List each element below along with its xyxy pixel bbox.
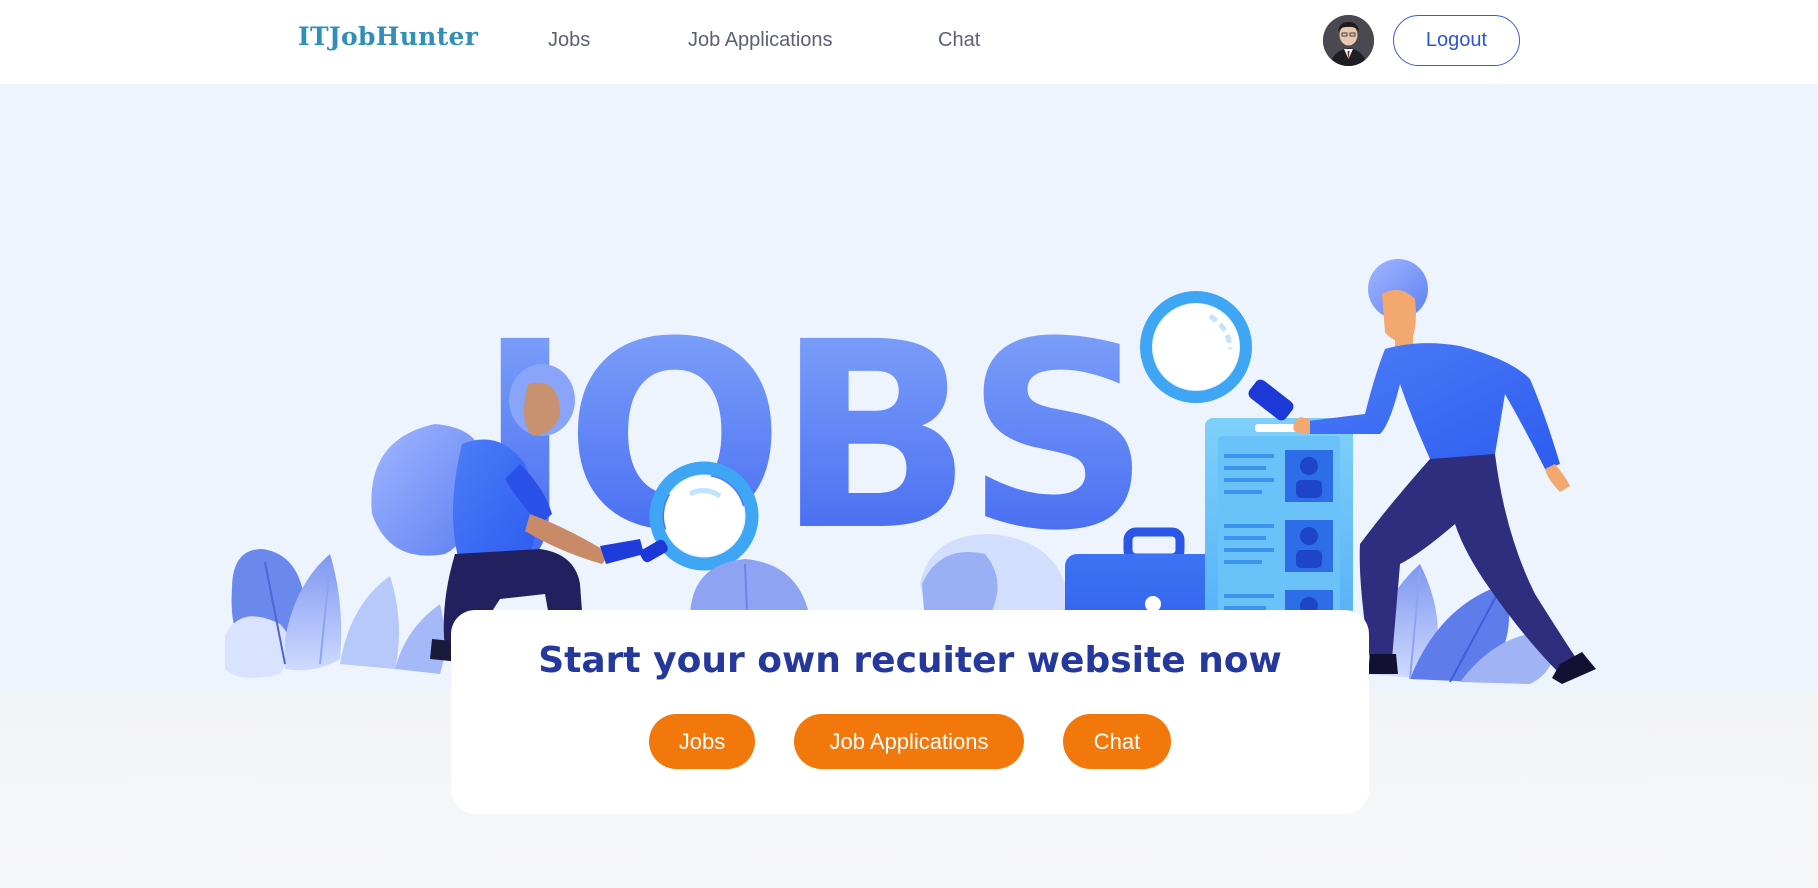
brand-logo[interactable]: ITJobHunter bbox=[298, 22, 478, 51]
job-search-illustration: JOBS bbox=[225, 259, 1596, 690]
nav-chat-link[interactable]: Chat bbox=[938, 29, 980, 52]
nav-jobs-link[interactable]: Jobs bbox=[548, 29, 590, 52]
hero-banner: JOBS bbox=[0, 84, 1818, 690]
cta-title: Start your own recuiter website now bbox=[538, 640, 1282, 681]
magnifier-large-icon bbox=[1140, 291, 1294, 421]
user-avatar[interactable] bbox=[1323, 15, 1374, 66]
top-navbar: ITJobHunter Jobs Job Applications Chat L… bbox=[0, 0, 1818, 84]
cta-chat-button[interactable]: Chat bbox=[1063, 714, 1171, 769]
logout-button[interactable]: Logout bbox=[1393, 15, 1520, 66]
avatar-photo-icon bbox=[1323, 15, 1374, 66]
left-plants-icon bbox=[225, 549, 445, 678]
cta-card: Start your own recuiter website now Jobs… bbox=[451, 610, 1369, 814]
cta-jobs-button[interactable]: Jobs bbox=[649, 714, 755, 769]
cta-job-applications-button[interactable]: Job Applications bbox=[794, 714, 1024, 769]
nav-job-applications-link[interactable]: Job Applications bbox=[688, 29, 833, 52]
